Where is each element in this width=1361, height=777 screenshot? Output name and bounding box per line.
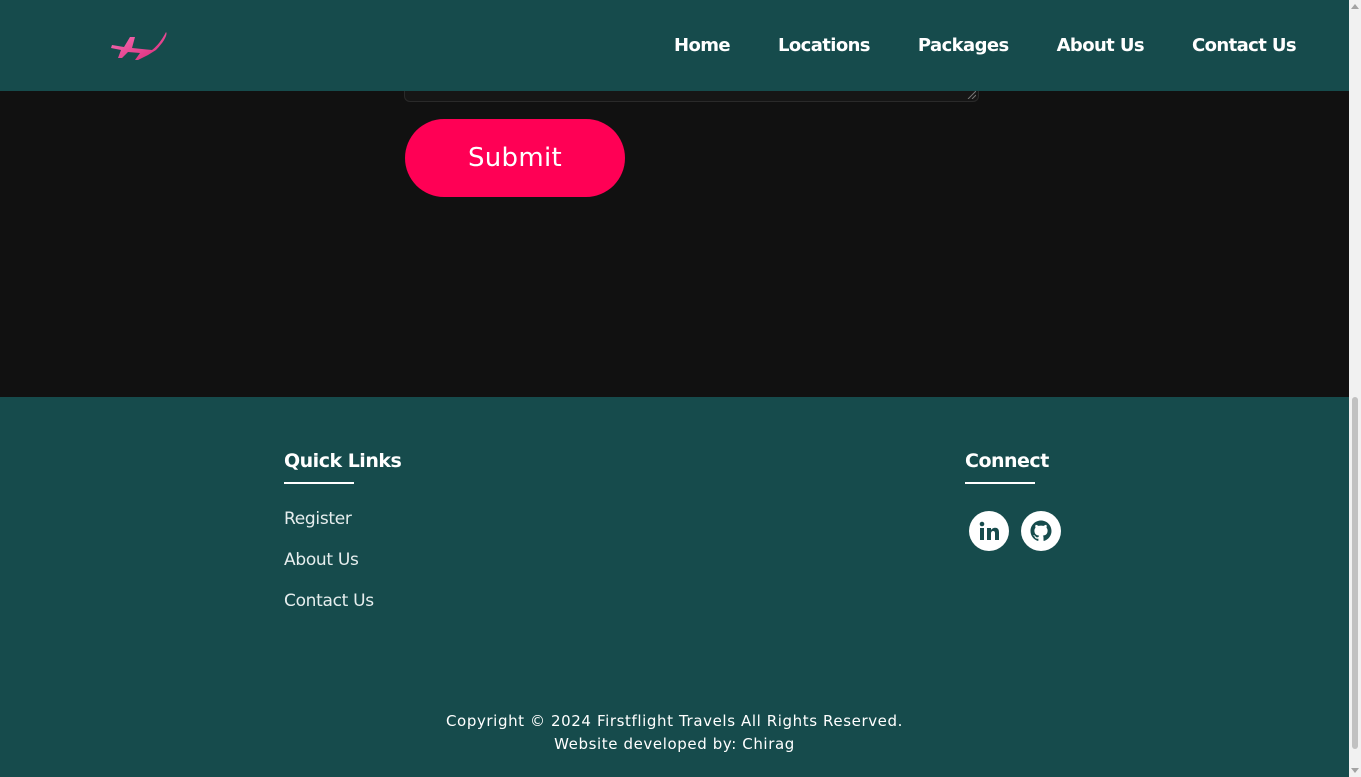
nav-contact-link[interactable]: Contact Us <box>1192 35 1297 56</box>
resize-grip-icon[interactable] <box>967 90 976 99</box>
nav-about-link[interactable]: About Us <box>1057 35 1145 56</box>
connect-underline <box>965 482 1035 484</box>
site-header: Home Locations Packages About Us Contact… <box>0 0 1349 91</box>
list-item: Contact Us <box>284 591 374 632</box>
scrollbar-thumb[interactable] <box>1352 397 1358 749</box>
quick-links-underline <box>284 482 354 484</box>
developer-credit: Website developed by: Chirag <box>554 735 795 753</box>
github-icon <box>1030 520 1052 541</box>
page: Home Locations Packages About Us Contact… <box>0 0 1361 777</box>
airplane-logo-icon[interactable] <box>108 28 168 62</box>
list-item: Register <box>284 509 374 550</box>
contact-form-section: Submit <box>0 81 1349 397</box>
register-link[interactable]: Register <box>284 509 352 529</box>
nav-packages-link[interactable]: Packages <box>918 35 1009 56</box>
vertical-scrollbar[interactable] <box>1349 0 1361 777</box>
scroll-down-icon[interactable] <box>1351 768 1359 773</box>
quick-links-title: Quick Links <box>284 450 402 472</box>
nav-home-link[interactable]: Home <box>674 35 731 56</box>
scroll-up-icon[interactable] <box>1351 4 1359 9</box>
about-us-link[interactable]: About Us <box>284 550 359 570</box>
quick-links-list: Register About Us Contact Us <box>284 509 374 632</box>
main-nav: Home Locations Packages About Us Contact… <box>674 0 1297 91</box>
copyright-text: Copyright © 2024 Firstflight Travels All… <box>445 712 904 730</box>
submit-button[interactable]: Submit <box>405 119 625 197</box>
linkedin-button[interactable] <box>969 511 1009 551</box>
connect-title: Connect <box>965 450 1049 472</box>
site-footer: Quick Links Register About Us Contact Us… <box>0 397 1349 777</box>
contact-us-link[interactable]: Contact Us <box>284 591 374 611</box>
linkedin-icon <box>979 521 999 540</box>
list-item: About Us <box>284 550 374 591</box>
nav-locations-link[interactable]: Locations <box>778 35 871 56</box>
github-button[interactable] <box>1021 511 1061 551</box>
